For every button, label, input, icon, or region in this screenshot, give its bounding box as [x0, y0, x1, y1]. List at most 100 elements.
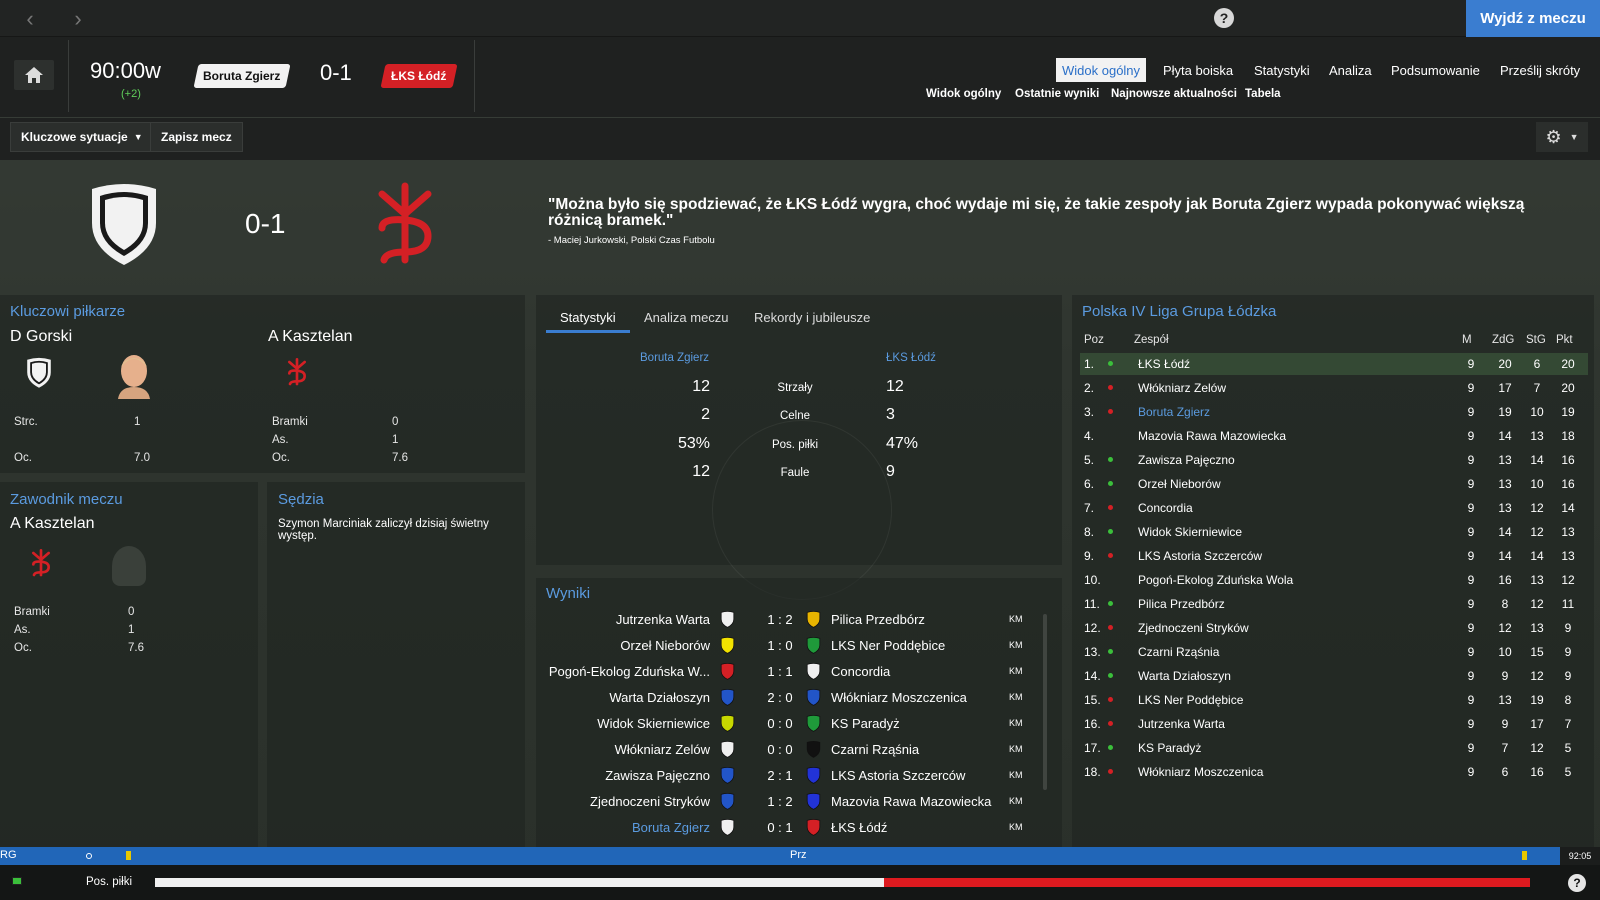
result-away-team[interactable]: Mazovia Rawa Mazowiecka — [831, 794, 991, 809]
yellow-card-icon[interactable] — [126, 851, 131, 860]
key-player-away-name[interactable]: A Kasztelan — [268, 328, 353, 346]
stat-home-value: 53% — [677, 435, 710, 452]
stat-label: Strc. — [14, 416, 38, 428]
save-match-button[interactable]: Zapisz mecz — [150, 122, 243, 152]
help-icon[interactable]: ? — [1214, 8, 1234, 28]
help-icon[interactable]: ? — [1568, 874, 1586, 892]
result-tag: KM — [1009, 770, 1023, 780]
table-team[interactable]: Włókniarz Moszczenica — [1138, 765, 1263, 779]
result-home-team[interactable]: Widok Skierniewice — [540, 716, 710, 731]
table-team[interactable]: ŁKS Łódź — [1138, 357, 1190, 371]
result-home-team[interactable]: Jutrzenka Warta — [540, 612, 710, 627]
result-home-team[interactable]: Zawisza Pajęczno — [540, 768, 710, 783]
stat-home-value: 2 — [701, 406, 710, 423]
result-away-team[interactable]: ŁKS Łódź — [831, 820, 887, 835]
table-team[interactable]: Czarni Rząśnia — [1138, 645, 1219, 659]
result-score[interactable]: 0 : 1 — [755, 820, 805, 835]
result-home-team[interactable]: Orzeł Nieborów — [540, 638, 710, 653]
subtab-overview[interactable]: Widok ogólny — [926, 88, 1001, 100]
key-player-home-name[interactable]: D Gorski — [10, 328, 72, 346]
result-home-team[interactable]: Zjednoczeni Stryków — [540, 794, 710, 809]
result-home-team[interactable]: Warta Działoszyn — [540, 690, 710, 705]
player-avatar[interactable] — [116, 353, 152, 404]
tab-statistics[interactable]: Statystyki — [560, 310, 616, 325]
home-team-badge[interactable]: Boruta Zgierz — [193, 64, 291, 88]
home-team-crest[interactable] — [86, 183, 162, 272]
subtab-latest-results[interactable]: Ostatnie wyniki — [1015, 88, 1099, 100]
result-away-team[interactable]: KS Paradyż — [831, 716, 900, 731]
col-header-gf[interactable]: ZdG — [1492, 334, 1514, 346]
table-team[interactable]: Pogoń-Ekolog Zduńska Wola — [1138, 573, 1293, 587]
active-tab-underline — [546, 330, 630, 333]
table-team[interactable]: Orzeł Nieborów — [1138, 477, 1221, 491]
table-team[interactable]: Widok Skierniewice — [1138, 525, 1242, 539]
home-icon[interactable] — [14, 60, 54, 90]
results-scrollbar[interactable] — [1043, 614, 1047, 790]
col-header-team[interactable]: Zespół — [1134, 334, 1169, 346]
result-away-team[interactable]: Włókniarz Moszczenica — [831, 690, 967, 705]
tab-records[interactable]: Rekordy i jubileusze — [754, 310, 870, 325]
table-team[interactable]: LKS Astoria Szczerców — [1138, 549, 1262, 563]
table-team[interactable]: Zjednoczeni Stryków — [1138, 621, 1249, 635]
table-team[interactable]: Pilica Przedbórz — [1138, 597, 1225, 611]
result-home-team[interactable]: Boruta Zgierz — [540, 820, 710, 835]
table-ga: 14 — [1530, 549, 1544, 563]
tab-summary[interactable]: Podsumowanie — [1385, 58, 1486, 82]
table-team[interactable]: Mazovia Rawa Mazowiecka — [1138, 429, 1286, 443]
yellow-card-icon[interactable] — [1522, 851, 1527, 860]
position-change-up-icon — [1108, 673, 1113, 678]
pitch-icon[interactable] — [12, 877, 22, 885]
result-home-team[interactable]: Włókniarz Zelów — [540, 742, 710, 757]
result-tag: KM — [1009, 692, 1023, 702]
table-team[interactable]: Boruta Zgierz — [1138, 405, 1210, 419]
tab-stats[interactable]: Statystyki — [1248, 58, 1316, 82]
col-header-played[interactable]: M — [1462, 334, 1472, 346]
result-score[interactable]: 1 : 2 — [755, 794, 805, 809]
col-header-ga[interactable]: StG — [1526, 334, 1546, 346]
result-score[interactable]: 1 : 0 — [755, 638, 805, 653]
table-team[interactable]: Zawisza Pajęczno — [1138, 453, 1235, 467]
subtab-news[interactable]: Najnowsze aktualności — [1111, 88, 1237, 100]
stat-away-value: 12 — [886, 378, 904, 395]
result-score[interactable]: 2 : 1 — [755, 768, 805, 783]
stats-home-team[interactable]: Boruta Zgierz — [640, 352, 709, 364]
result-score[interactable]: 0 : 0 — [755, 742, 805, 757]
back-icon[interactable]: ‹ — [12, 0, 48, 37]
result-score[interactable]: 1 : 1 — [755, 664, 805, 679]
tab-upload-highlights[interactable]: Prześlij skróty — [1494, 58, 1586, 82]
result-score[interactable]: 1 : 2 — [755, 612, 805, 627]
table-team[interactable]: Concordia — [1138, 501, 1193, 515]
table-team[interactable]: KS Paradyż — [1138, 741, 1201, 755]
settings-dropdown[interactable]: ⚙ ▼ — [1536, 122, 1588, 152]
table-team[interactable]: Włókniarz Zelów — [1138, 381, 1226, 395]
away-team-crest[interactable] — [372, 180, 438, 273]
key-moments-dropdown[interactable]: Kluczowe sytuacje ▼ — [10, 122, 154, 152]
tab-analysis[interactable]: Analiza — [1323, 58, 1378, 82]
result-home-team[interactable]: Pogoń-Ekolog Zduńska W... — [540, 664, 710, 679]
tab-overview[interactable]: Widok ogólny — [1056, 58, 1147, 82]
away-team-badge[interactable]: ŁKS Łódź — [380, 64, 458, 88]
result-away-team[interactable]: LKS Astoria Szczerców — [831, 768, 965, 783]
tab-pitch[interactable]: Płyta boiska — [1157, 58, 1239, 82]
result-away-team[interactable]: LKS Ner Poddębice — [831, 638, 945, 653]
result-away-team[interactable]: Czarni Rząśnia — [831, 742, 919, 757]
col-header-pts[interactable]: Pkt — [1556, 334, 1573, 346]
table-team[interactable]: Warta Działoszyn — [1138, 669, 1231, 683]
tab-match-analysis[interactable]: Analiza meczu — [644, 310, 729, 325]
result-score[interactable]: 0 : 0 — [755, 716, 805, 731]
league-title[interactable]: Polska IV Liga Grupa Łódzka — [1082, 303, 1276, 320]
table-pts: 7 — [1564, 717, 1572, 731]
result-away-team[interactable]: Concordia — [831, 664, 890, 679]
exit-match-button[interactable]: Wyjdź z meczu — [1466, 0, 1600, 37]
result-away-team[interactable]: Pilica Przedbórz — [831, 612, 925, 627]
col-header-pos[interactable]: Poz — [1084, 334, 1104, 346]
result-score[interactable]: 2 : 0 — [755, 690, 805, 705]
stats-away-team[interactable]: ŁKS Łódź — [886, 352, 936, 364]
chevron-down-icon: ▼ — [133, 132, 143, 142]
table-team[interactable]: Jutrzenka Warta — [1138, 717, 1225, 731]
motm-name[interactable]: A Kasztelan — [10, 515, 95, 533]
table-team[interactable]: LKS Ner Poddębice — [1138, 693, 1243, 707]
result-tag: KM — [1009, 614, 1023, 624]
subtab-table[interactable]: Tabela — [1245, 88, 1281, 100]
forward-icon[interactable]: › — [60, 0, 96, 37]
